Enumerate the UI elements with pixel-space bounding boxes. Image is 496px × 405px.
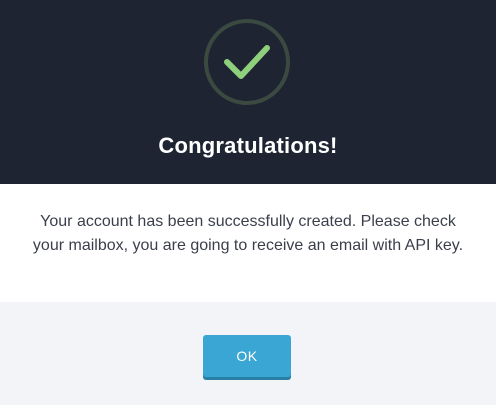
dialog-header: Congratulations! (0, 0, 496, 184)
dialog-body: Your account has been successfully creat… (0, 184, 496, 302)
dialog-footer: OK (0, 302, 496, 405)
dialog-title: Congratulations! (158, 133, 338, 158)
dialog-message: Your account has been successfully creat… (32, 213, 464, 254)
ok-button[interactable]: OK (203, 335, 291, 377)
success-dialog: Congratulations! Your account has been s… (0, 0, 496, 405)
checkmark-circle-icon (203, 18, 291, 106)
